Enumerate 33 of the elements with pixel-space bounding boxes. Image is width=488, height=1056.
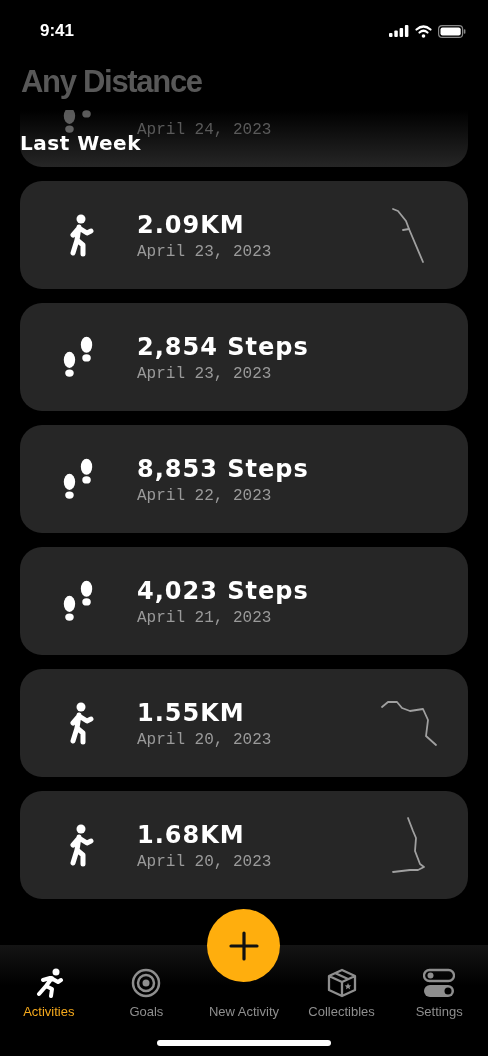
tab-item[interactable]: Collectibles bbox=[292, 968, 391, 1019]
battery-icon bbox=[438, 24, 466, 38]
tab-item[interactable]: Settings bbox=[390, 968, 488, 1019]
app-title: Any Distance bbox=[21, 64, 202, 100]
activity-date: April 23, 2023 bbox=[137, 364, 273, 383]
tab-item[interactable]: New Activity bbox=[195, 1004, 293, 1019]
target-icon bbox=[131, 968, 162, 998]
activity-date: April 20, 2023 bbox=[137, 852, 272, 871]
activity-date: April 20, 2023 bbox=[137, 730, 272, 749]
activity-date: April 22, 2023 bbox=[137, 486, 273, 505]
plus-icon bbox=[228, 930, 259, 961]
activity-title: 1.55KM bbox=[137, 697, 246, 728]
activity-card[interactable]: 2.09KM April 23, 2023 bbox=[20, 181, 468, 289]
tab-item[interactable]: Goals bbox=[97, 968, 196, 1019]
activity-card[interactable]: 4,023 Steps April 21, 2023 bbox=[20, 547, 468, 655]
tab-item[interactable]: Activities bbox=[0, 968, 98, 1019]
activity-title: 1.68KM bbox=[137, 819, 246, 850]
box-star-icon bbox=[326, 968, 357, 998]
activity-date: April 21, 2023 bbox=[137, 608, 273, 627]
activity-card[interactable]: 2,854 Steps April 23, 2023 bbox=[20, 303, 468, 411]
activity-date: April 23, 2023 bbox=[137, 242, 272, 261]
activity-card[interactable]: 1.68KM April 20, 2023 bbox=[20, 791, 468, 899]
status-time: 9:41 bbox=[40, 21, 75, 41]
toggles-icon bbox=[423, 968, 456, 998]
activity-card[interactable]: 1.55KM April 20, 2023 bbox=[20, 669, 468, 777]
activity-date: April 24, 2023 bbox=[137, 120, 272, 139]
activity-title: 2,854 Steps bbox=[137, 331, 309, 362]
wifi-icon bbox=[415, 24, 432, 38]
signal-icon bbox=[389, 25, 409, 37]
activity-title: 2.09KM bbox=[137, 209, 246, 240]
activity-title: 4,023 Steps bbox=[137, 575, 309, 606]
activity-card[interactable]: 8,853 Steps April 22, 2023 bbox=[20, 425, 468, 533]
activity-title: 8,853 Steps bbox=[137, 453, 309, 484]
